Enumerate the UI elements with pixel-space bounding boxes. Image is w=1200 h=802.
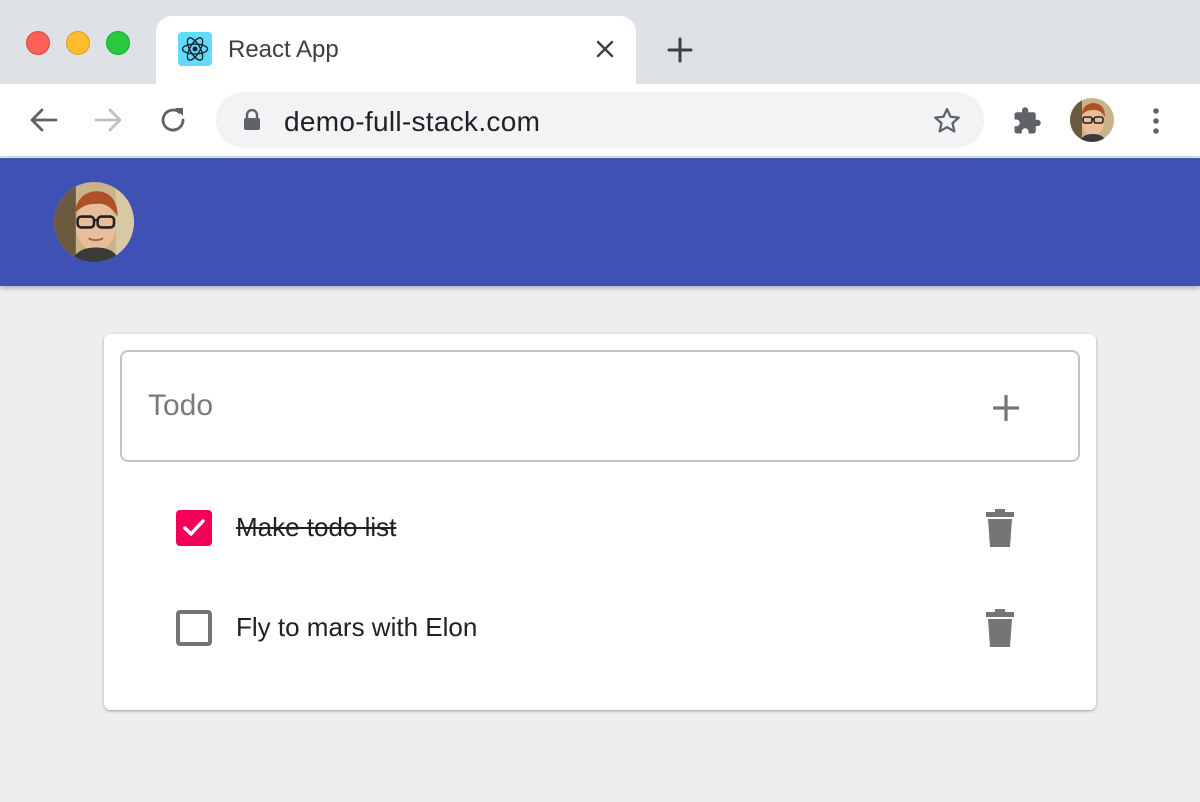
todo-checkbox-unchecked[interactable] [176,610,212,646]
delete-todo-button[interactable] [982,508,1018,548]
arrow-left-icon [30,108,58,132]
profile-avatar[interactable] [1070,98,1114,142]
window-close-button[interactable] [26,31,50,55]
plus-icon [993,395,1019,421]
todo-item-text: Fly to mars with Elon [236,612,478,642]
window-minimize-button[interactable] [66,31,90,55]
url-text[interactable]: demo-full-stack.com [284,106,540,138]
puzzle-icon [1014,107,1041,134]
trash-icon [986,509,1014,547]
todo-item: Fly to mars with Elon [168,596,1048,660]
todo-item-text: Make todo list [236,512,397,542]
browser-toolbar: demo-full-stack.com [0,84,1200,157]
todo-input-field [120,350,1080,462]
lock-icon[interactable] [240,108,264,132]
todo-item: Make todo list [168,496,1048,560]
plus-icon [667,37,693,63]
user-avatar[interactable] [54,182,134,262]
window-zoom-button[interactable] [106,31,130,55]
star-outline-icon[interactable] [930,104,964,138]
arrow-right-icon [94,108,122,132]
back-button[interactable] [25,101,63,139]
close-icon[interactable] [590,34,620,64]
extensions-button[interactable] [1008,102,1046,140]
forward-button[interactable] [89,101,127,139]
app-bar [0,158,1200,286]
browser-tab-strip: React App [0,0,1200,86]
react-logo-icon [178,32,212,66]
todo-card: Make todo list Fly to mars with Elon [104,334,1096,710]
browser-menu-button[interactable] [1138,102,1174,140]
reload-button[interactable] [154,101,192,139]
new-tab-button[interactable] [662,32,698,68]
tab-title: React App [228,36,339,63]
kebab-menu-icon [1153,108,1159,134]
todo-input[interactable] [148,382,948,430]
trash-icon [986,609,1014,647]
avatar-photo-icon [1070,98,1114,142]
todo-checkbox-checked[interactable] [176,510,212,546]
add-todo-button[interactable] [980,382,1032,434]
checkmark-icon [183,519,205,536]
delete-todo-button[interactable] [982,608,1018,648]
browser-tab-active[interactable]: React App [156,16,636,86]
reload-icon [161,108,185,132]
address-bar[interactable]: demo-full-stack.com [216,92,984,148]
avatar-photo-icon [54,182,134,262]
